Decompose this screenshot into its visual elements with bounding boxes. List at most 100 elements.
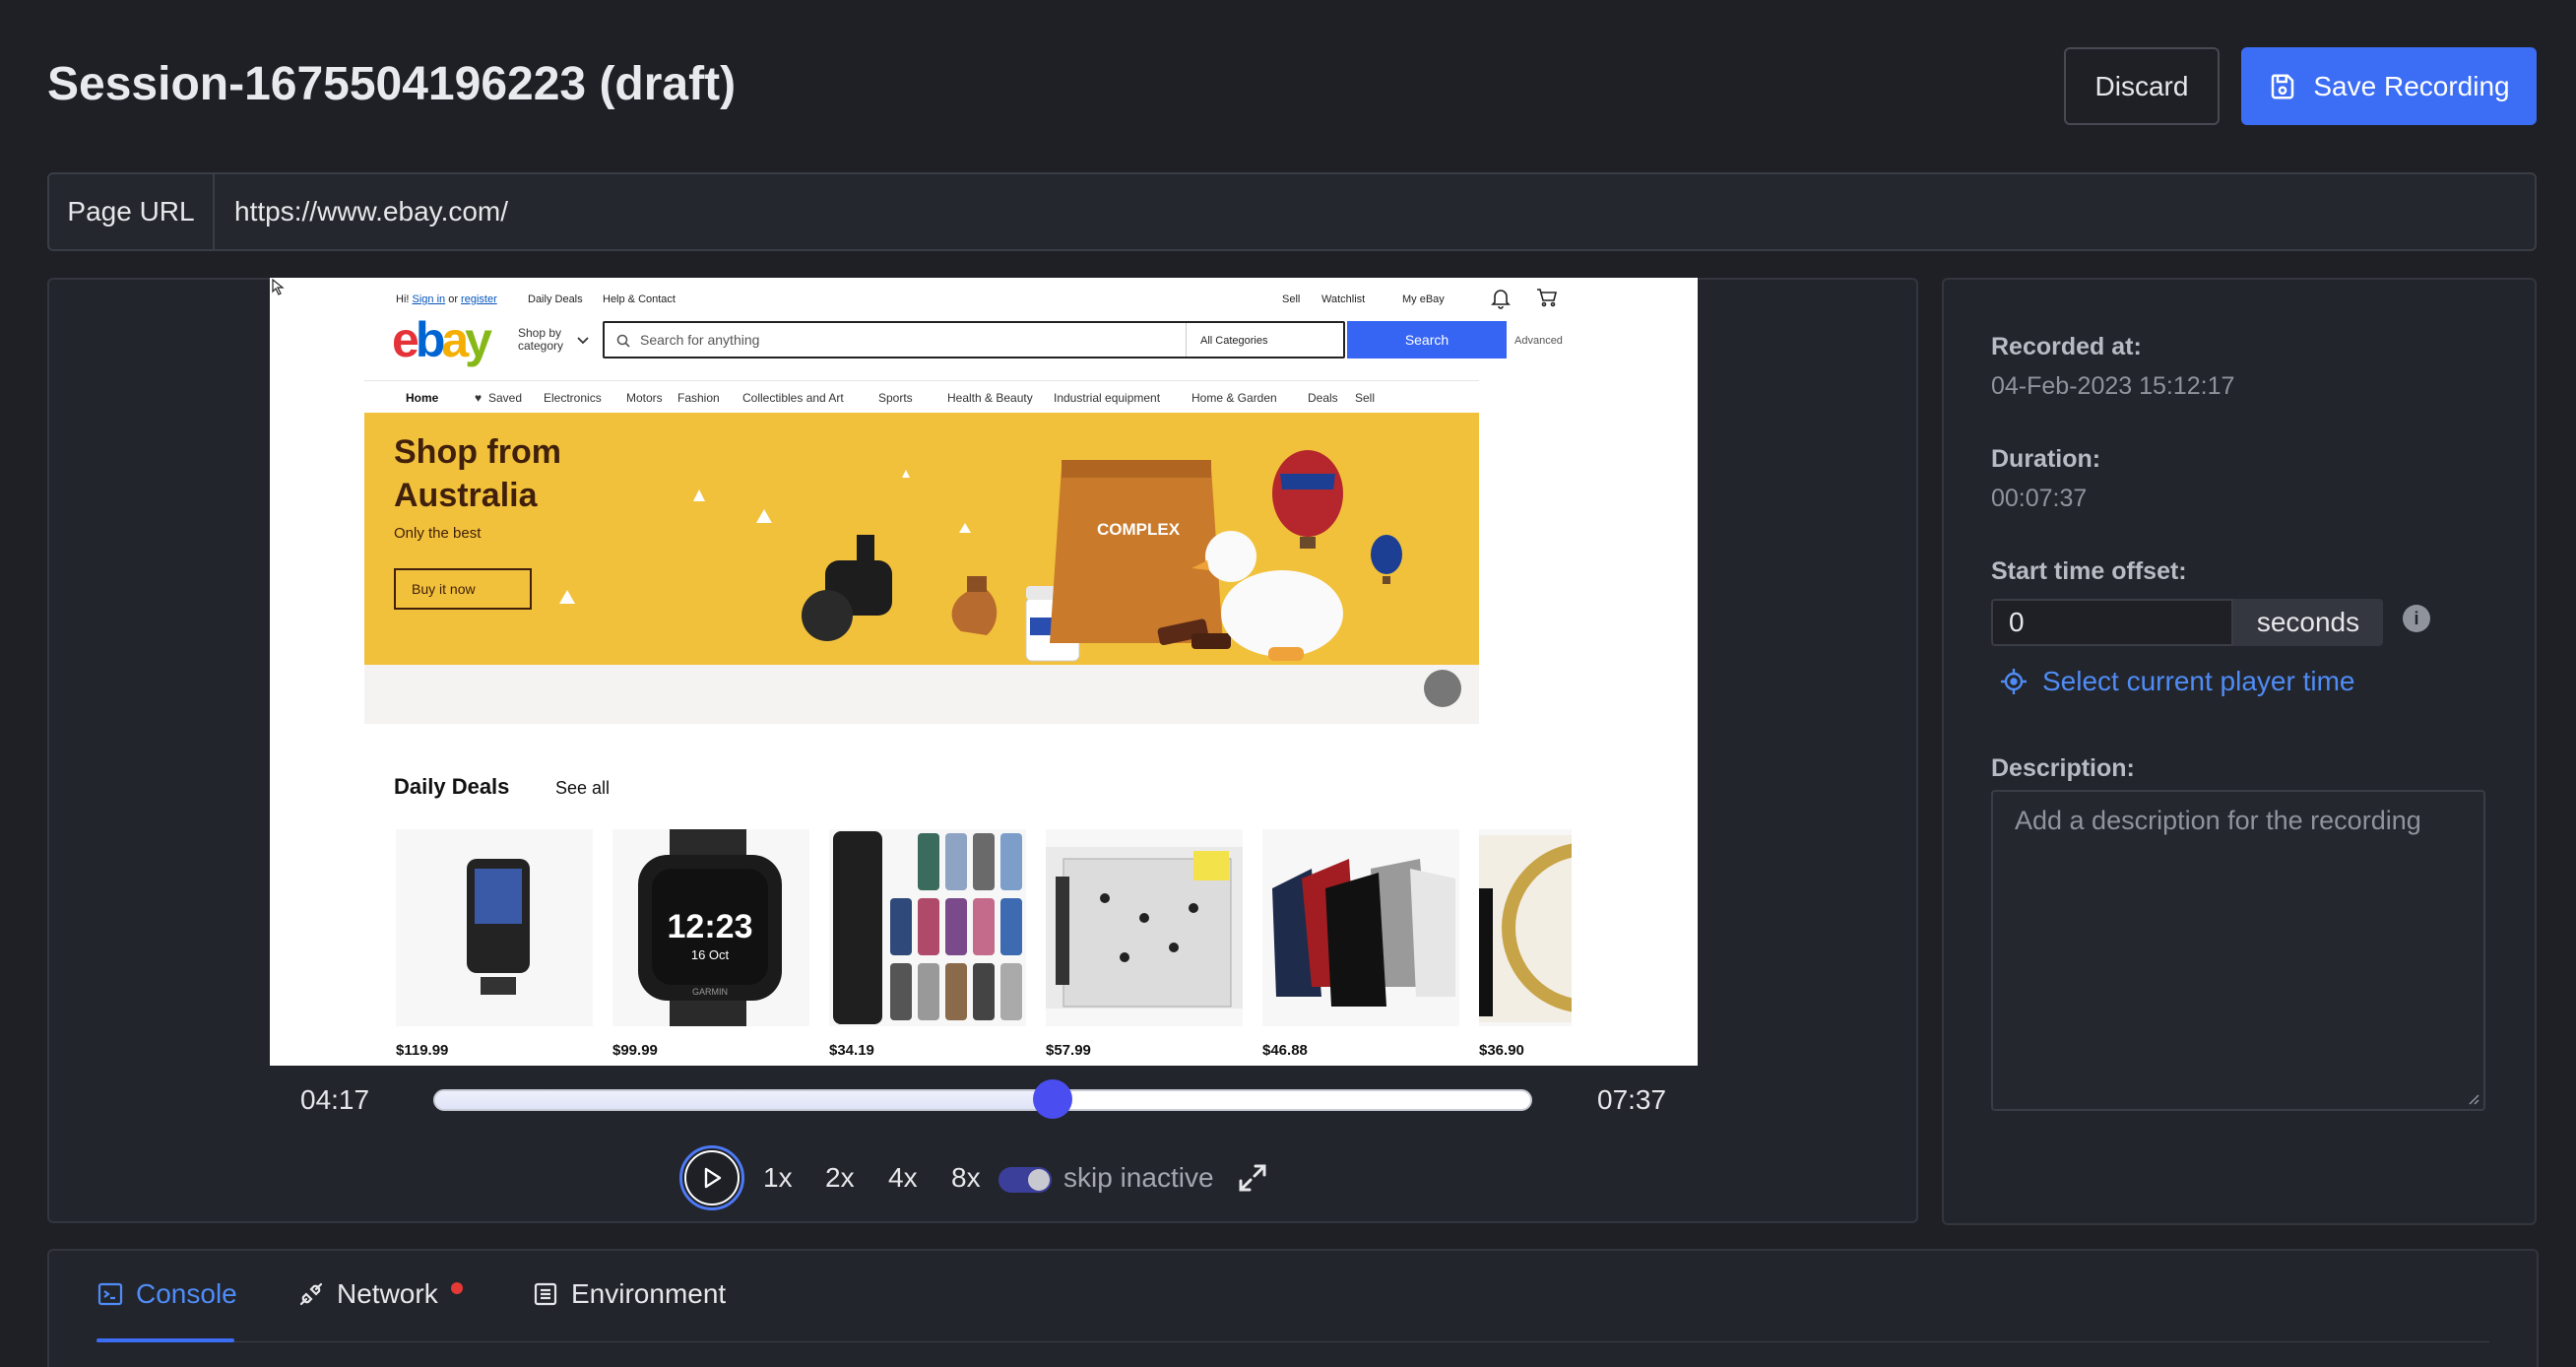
- watch-time-text: 12:23: [668, 908, 753, 945]
- plug-icon: [299, 1282, 323, 1306]
- ebay-or-text: or: [445, 293, 462, 305]
- deal-price-3: $34.19: [829, 1042, 874, 1059]
- deal-card-tumblers[interactable]: [829, 829, 1026, 1026]
- ebay-sell-link[interactable]: Sell: [1282, 293, 1300, 305]
- speed-2x-button[interactable]: 2x: [825, 1162, 855, 1194]
- ebay-watchlist-link[interactable]: Watchlist: [1321, 293, 1365, 305]
- ebay-register-link[interactable]: register: [461, 293, 497, 305]
- deal-card-hoodies[interactable]: [1262, 829, 1459, 1026]
- ebay-shop-by-category[interactable]: Shop by category: [518, 327, 563, 353]
- timeline-track[interactable]: [433, 1089, 1532, 1111]
- tab-console[interactable]: Console: [97, 1278, 237, 1310]
- nav-collectibles[interactable]: Collectibles and Art: [742, 391, 844, 405]
- logo-letter-e: e: [392, 312, 419, 367]
- description-label: Description:: [1991, 754, 2135, 782]
- ebay-advanced-link[interactable]: Advanced: [1514, 335, 1563, 347]
- play-button[interactable]: [679, 1145, 744, 1210]
- bell-icon[interactable]: [1491, 288, 1511, 309]
- start-offset-input[interactable]: 0: [1991, 599, 2233, 646]
- speed-1x-button[interactable]: 1x: [763, 1162, 793, 1194]
- ebay-category-nav: Home ♥ Saved Electronics Motors Fashion …: [364, 380, 1479, 406]
- nav-home-garden[interactable]: Home & Garden: [1191, 391, 1277, 405]
- ebay-hero-banner[interactable]: Shop from Australia Only the best Buy it…: [364, 413, 1479, 665]
- save-recording-button[interactable]: Save Recording: [2241, 47, 2537, 125]
- nav-industrial[interactable]: Industrial equipment: [1054, 391, 1160, 405]
- tab-network-label: Network: [337, 1278, 438, 1309]
- garmin-watch-image: 12:23 16 Oct GARMIN: [638, 829, 782, 1026]
- deal-card-watch[interactable]: 12:23 16 Oct GARMIN: [612, 829, 809, 1026]
- page-url-bar: Page URL https://www.ebay.com/: [47, 172, 2537, 251]
- duration-value: 00:07:37: [1991, 485, 2088, 512]
- cart-icon[interactable]: [1536, 288, 1558, 307]
- coffee-bag-icon: COMPLEX: [1050, 460, 1223, 643]
- tab-environment[interactable]: Environment: [532, 1278, 726, 1310]
- deal-price-4: $57.99: [1046, 1042, 1091, 1059]
- nav-sell[interactable]: Sell: [1355, 391, 1375, 405]
- tab-console-label: Console: [136, 1278, 237, 1309]
- ebay-help-link[interactable]: Help & Contact: [603, 293, 676, 305]
- fullscreen-icon[interactable]: [1237, 1162, 1268, 1194]
- resize-handle-icon[interactable]: [2466, 1091, 2479, 1105]
- nav-home[interactable]: Home: [406, 391, 438, 405]
- discard-button[interactable]: Discard: [2064, 47, 2220, 125]
- ebay-my-ebay-link[interactable]: My eBay: [1402, 293, 1445, 305]
- nav-electronics[interactable]: Electronics: [544, 391, 602, 405]
- start-offset-label: Start time offset:: [1991, 557, 2187, 585]
- floppy-disk-icon: [2272, 74, 2294, 98]
- banner-products-image: COMPLEX: [559, 450, 1402, 662]
- nav-sports[interactable]: Sports: [878, 391, 913, 405]
- ebay-search-box[interactable]: Search for anything All Categories: [603, 321, 1345, 358]
- timeline-progress: [435, 1091, 1054, 1109]
- watch-date-text: 16 Oct: [691, 947, 730, 962]
- collectible-box-image: [1479, 835, 1572, 1022]
- ebay-top-bar: Hi! Sign in or register Daily Deals Help…: [270, 284, 1698, 315]
- nav-fashion[interactable]: Fashion: [677, 391, 720, 405]
- coffee-bag-label: COMPLEX: [1097, 520, 1181, 539]
- ebay-daily-deals-link[interactable]: Daily Deals: [528, 293, 583, 305]
- page-url-value[interactable]: https://www.ebay.com/: [215, 196, 508, 228]
- search-icon: [616, 334, 630, 348]
- active-tab-indicator: [97, 1338, 234, 1342]
- logo-letter-a: a: [441, 312, 469, 367]
- ebay-logo[interactable]: ebay: [392, 312, 492, 367]
- ebay-sign-in-link[interactable]: Sign in: [413, 293, 446, 305]
- nav-saved[interactable]: Saved: [488, 391, 522, 405]
- page-url-label: Page URL: [49, 174, 215, 249]
- see-all-link[interactable]: See all: [555, 778, 610, 799]
- deal-card-fishfinder[interactable]: [396, 829, 593, 1026]
- select-current-time-label: Select current player time: [2042, 666, 2355, 696]
- tab-network[interactable]: Network: [297, 1278, 438, 1310]
- ebay-category-select[interactable]: All Categories: [1186, 323, 1343, 357]
- heart-icon: ♥: [475, 391, 483, 405]
- list-icon: [534, 1282, 557, 1306]
- recorded-at-label: Recorded at:: [1991, 333, 2142, 360]
- play-icon: [704, 1167, 722, 1189]
- deal-price-1: $119.99: [396, 1042, 449, 1059]
- save-recording-label: Save Recording: [2313, 70, 2510, 101]
- speed-8x-button[interactable]: 8x: [951, 1162, 981, 1194]
- tumblers-image: [833, 831, 1022, 1024]
- deal-price-2: $99.99: [612, 1042, 658, 1059]
- nav-health-beauty[interactable]: Health & Beauty: [947, 391, 1033, 405]
- chevron-down-icon: [577, 337, 589, 345]
- deal-card-partial[interactable]: [1479, 829, 1572, 1026]
- nav-deals[interactable]: Deals: [1308, 391, 1338, 405]
- crosshair-icon: [2001, 669, 2027, 694]
- ebay-greeting: Hi!: [396, 293, 413, 305]
- terminal-icon: [97, 1282, 123, 1306]
- info-icon[interactable]: i: [2403, 605, 2430, 632]
- speed-4x-button[interactable]: 4x: [888, 1162, 918, 1194]
- description-textarea[interactable]: Add a description for the recording: [1991, 790, 2485, 1111]
- fishfinder-image: [467, 859, 530, 995]
- start-offset-unit: seconds: [2233, 599, 2383, 646]
- fishing-reel-icon: [802, 535, 892, 641]
- banner-footer-strip: [364, 665, 1479, 724]
- carousel-pause-button[interactable]: [1424, 670, 1461, 707]
- ebay-search-button[interactable]: Search: [1347, 321, 1507, 358]
- total-time: 07:37: [1597, 1084, 1667, 1115]
- select-current-time-link[interactable]: Select current player time: [1999, 666, 2354, 697]
- nav-motors[interactable]: Motors: [626, 391, 663, 405]
- deal-card-car-stereo[interactable]: [1046, 829, 1243, 1026]
- watch-brand-text: GARMIN: [692, 987, 728, 997]
- skip-inactive-toggle[interactable]: [998, 1167, 1052, 1193]
